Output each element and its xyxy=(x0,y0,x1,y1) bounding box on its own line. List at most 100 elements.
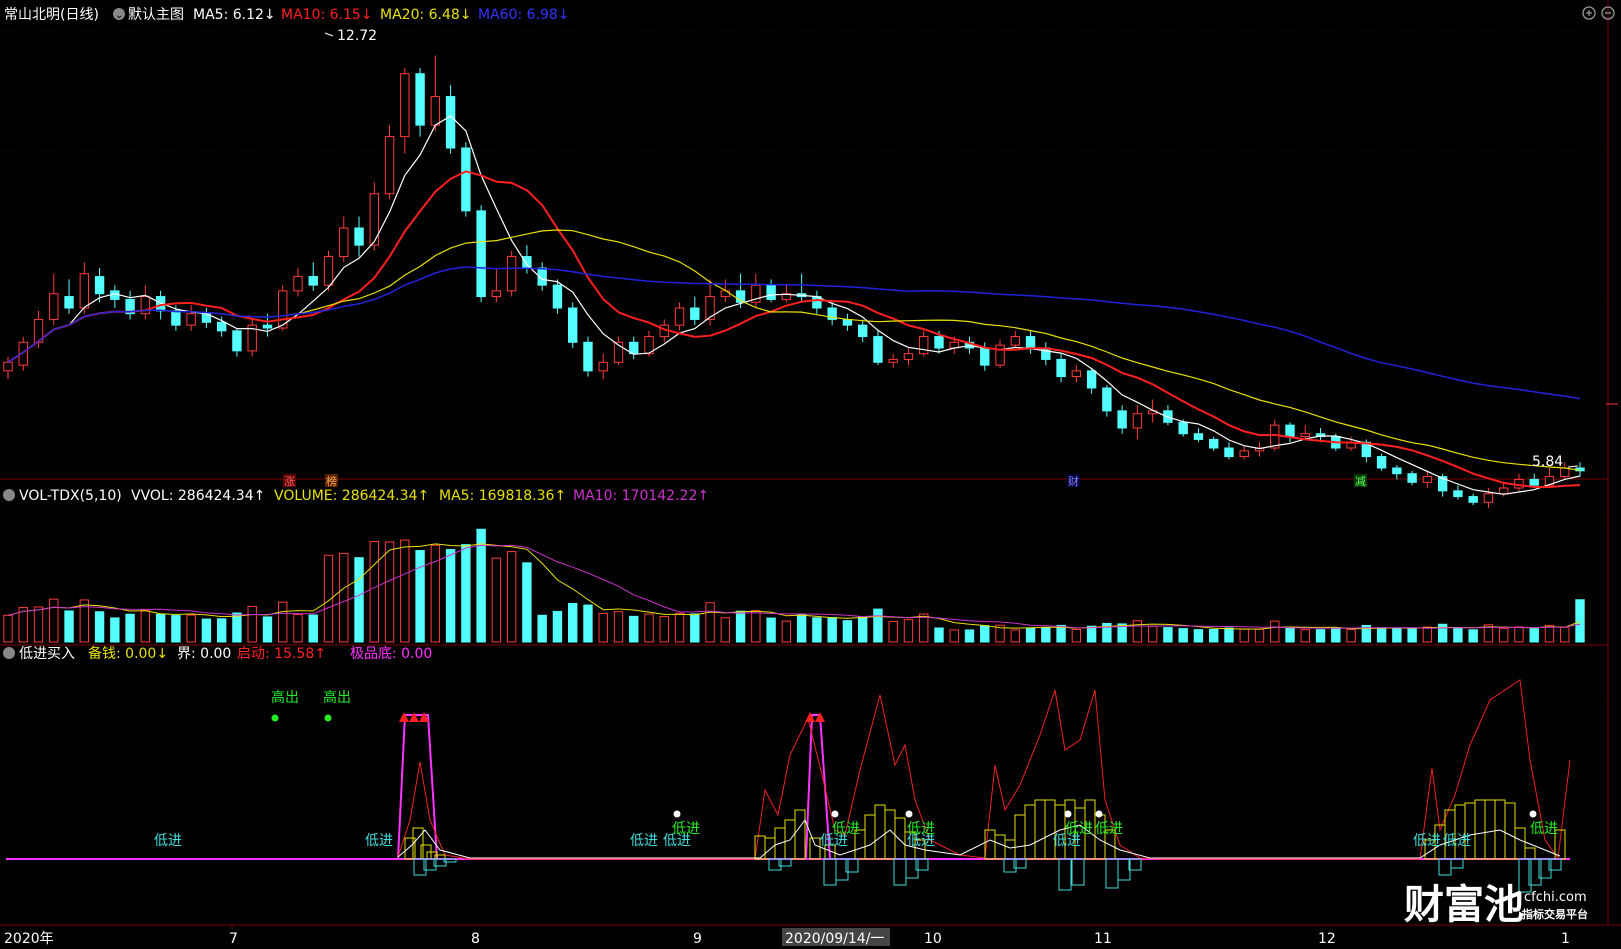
volume-bar xyxy=(735,610,746,643)
volume-bar xyxy=(888,621,898,643)
volume-bar xyxy=(125,613,135,643)
volume-bar xyxy=(171,615,181,643)
price-panel-header: 常山北明(日线) ⌄ 默认主图 MA5: 6.12↓ MA10: 6.15↓ M… xyxy=(4,7,570,23)
volume-bar xyxy=(1224,627,1234,643)
chart-background xyxy=(0,0,1621,949)
x-label-oct: 10 xyxy=(924,931,942,947)
volume-bar xyxy=(1529,628,1539,643)
volume-bar xyxy=(1270,620,1280,643)
volume-bar xyxy=(568,602,578,643)
volume-bar xyxy=(186,614,196,643)
marker-jian[interactable]: 减 xyxy=(1355,475,1366,488)
high-price-label: 12.72 xyxy=(337,28,377,44)
volume-bar xyxy=(1422,626,1433,643)
candle xyxy=(568,302,578,348)
volume-bar xyxy=(1514,626,1524,643)
volume-bar xyxy=(262,616,273,643)
settings-dot-icon[interactable] xyxy=(3,647,15,659)
volume-bar xyxy=(857,616,868,643)
volume-bar xyxy=(842,620,853,643)
svg-text:低进: 低进 xyxy=(1413,833,1441,849)
vol-title[interactable]: VOL-TDX(5,10) xyxy=(19,488,122,504)
volume-bar xyxy=(354,557,364,643)
volume-bar xyxy=(506,551,517,643)
volume-bar xyxy=(1544,624,1555,643)
volume-bar xyxy=(216,618,227,643)
gaochu-dot-2 xyxy=(324,714,332,722)
indicator-panel-header: 低进买入 备钱: 0.00↓ 界: 0.00 启动: 15.58↑ 极品底: 0… xyxy=(3,645,432,662)
marker-bang[interactable]: 榜 xyxy=(326,474,337,488)
volume-bar xyxy=(964,629,975,643)
svg-text:低进: 低进 xyxy=(907,821,935,837)
volume-bar xyxy=(278,601,288,643)
volume-bar xyxy=(705,602,715,643)
svg-text:低进: 低进 xyxy=(672,821,700,837)
x-label-sep: 9 xyxy=(693,931,702,947)
candle xyxy=(506,250,517,297)
marker-zhang[interactable]: 涨 xyxy=(284,475,295,488)
candle xyxy=(247,319,257,357)
beiqian-label: 备钱: 0.00↓ xyxy=(88,645,168,662)
gaochu-dot-1 xyxy=(271,714,279,722)
svg-text:低进: 低进 xyxy=(1095,821,1123,837)
candle xyxy=(1376,453,1387,471)
svg-text:低进: 低进 xyxy=(365,833,393,849)
candle xyxy=(476,205,486,303)
svg-text:低进: 低进 xyxy=(154,833,182,849)
settings-dot-icon[interactable] xyxy=(3,489,15,501)
volume-bar xyxy=(827,616,837,643)
candle xyxy=(384,125,395,200)
volume-bar xyxy=(552,610,563,643)
volume-bar xyxy=(522,562,532,643)
volume-bar xyxy=(1376,627,1387,643)
volume-bar xyxy=(64,610,74,643)
svg-text:低进: 低进 xyxy=(1530,821,1558,837)
volume-panel-header: VOL-TDX(5,10) VVOL: 286424.34↑ VOLUME: 2… xyxy=(3,488,709,504)
volume-bar xyxy=(1407,628,1417,643)
volume-bar xyxy=(812,617,822,643)
volume-bar xyxy=(903,619,914,643)
svg-text:低进: 低进 xyxy=(1065,821,1093,837)
volume-bar xyxy=(674,612,685,643)
volume-bar xyxy=(94,611,105,643)
volume-bar xyxy=(201,618,212,643)
x-label-year: 2020年 xyxy=(4,931,54,947)
volume-bar xyxy=(247,605,257,643)
candle xyxy=(323,250,334,291)
vol-ma5-label: MA5: 169818.36↑ xyxy=(439,488,566,504)
volume-bar xyxy=(384,541,395,643)
volume-bar xyxy=(232,612,242,643)
volume-bar xyxy=(1468,629,1478,643)
volume-bar xyxy=(919,613,929,643)
stock-title[interactable]: 常山北明(日线) xyxy=(4,7,99,23)
volume-bar xyxy=(1147,625,1158,643)
vol-ma10-label: MA10: 170142.22↑ xyxy=(573,488,709,504)
volume-bar xyxy=(1575,599,1585,643)
volume-bar xyxy=(1331,627,1341,643)
watermark-url: cfchi.com xyxy=(1524,890,1587,905)
svg-text:低进: 低进 xyxy=(832,821,860,837)
volume-bar xyxy=(1239,628,1249,643)
volume-bar xyxy=(1300,629,1310,643)
volume-bar xyxy=(1392,628,1402,643)
volume-bar xyxy=(1025,627,1036,643)
chevron-down-icon: ⌄ xyxy=(115,10,123,21)
svg-text:低进: 低进 xyxy=(630,833,658,849)
main-chart-mode[interactable]: 默认主图 xyxy=(128,7,184,23)
volume-bar xyxy=(1178,628,1188,643)
volume-bar xyxy=(1498,627,1509,643)
volume-bar xyxy=(415,550,425,643)
ma60-label: MA60: 6.98↓ xyxy=(478,7,570,23)
volume-bar xyxy=(1560,626,1570,643)
jipindi-label: 极品底: 0.00 xyxy=(350,646,432,662)
volume-bar xyxy=(751,610,761,643)
volume-bar xyxy=(720,617,731,643)
indicator-title[interactable]: 低进买入 xyxy=(19,646,75,662)
qidong-label: 启动: 15.58↑ xyxy=(237,646,326,662)
marker-cai[interactable]: 财 xyxy=(1068,474,1079,488)
volume-bar xyxy=(308,614,318,643)
candle xyxy=(461,142,471,217)
x-label-jul: 7 xyxy=(229,931,238,947)
stock-chart-window[interactable]: 常山北明(日线) ⌄ 默认主图 MA5: 6.12↓ MA10: 6.15↓ M… xyxy=(0,0,1621,949)
volume-bar xyxy=(3,614,13,643)
